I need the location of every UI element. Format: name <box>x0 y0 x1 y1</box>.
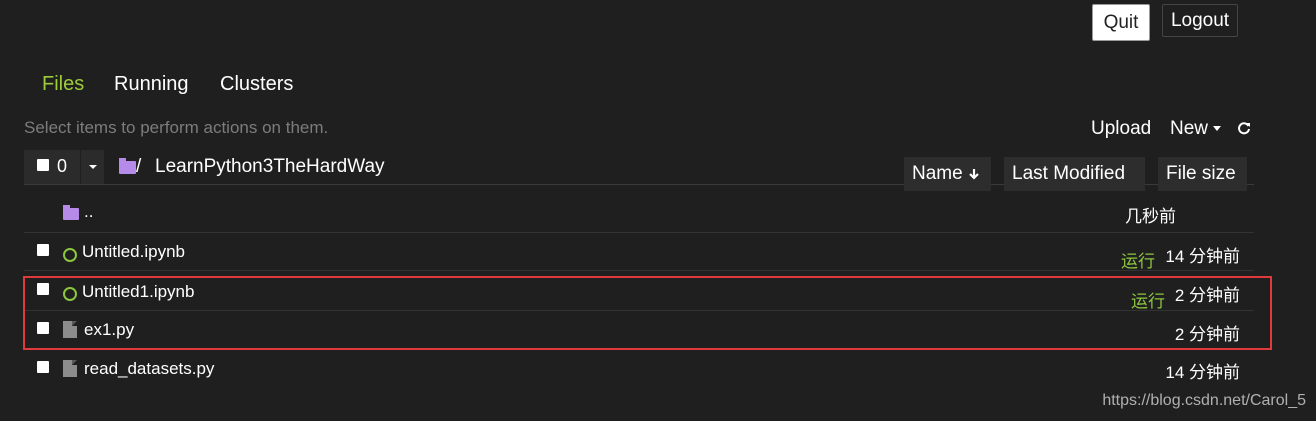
logout-button[interactable]: Logout <box>1162 4 1238 37</box>
list-item-name[interactable]: Untitled.ipynb <box>82 242 185 262</box>
folder-icon[interactable] <box>119 161 136 174</box>
list-item-modified: 几秒前 <box>1125 207 1176 226</box>
breadcrumb-root[interactable]: / <box>136 156 141 178</box>
watermark: https://blog.csdn.net/Carol_5 <box>1102 392 1306 409</box>
upload-button[interactable]: Upload <box>1091 118 1151 140</box>
sort-modified-button[interactable]: Last Modified <box>1004 157 1145 191</box>
tab-files[interactable]: Files <box>42 73 84 96</box>
file-icon <box>63 360 77 377</box>
row-divider <box>24 232 1254 233</box>
chevron-down-icon <box>89 165 97 169</box>
sort-name-button[interactable]: Name <box>904 157 991 191</box>
row-checkbox[interactable] <box>37 244 49 256</box>
notebook-running-icon <box>63 248 77 262</box>
list-item-name[interactable]: read_datasets.py <box>84 359 214 379</box>
highlight-box <box>23 276 1272 350</box>
breadcrumb-folder[interactable]: LearnPython3TheHardWay <box>155 156 385 178</box>
select-all-control[interactable]: 0 <box>24 150 80 184</box>
selection-hint: Select items to perform actions on them. <box>24 118 329 137</box>
tab-running[interactable]: Running <box>114 73 189 96</box>
tab-clusters[interactable]: Clusters <box>220 73 293 96</box>
arrow-down-icon <box>968 169 979 180</box>
list-item-name[interactable]: .. <box>84 202 93 222</box>
list-item-modified: 14 分钟前 <box>1165 363 1240 382</box>
new-button-label: New <box>1170 118 1209 139</box>
selected-count: 0 <box>57 156 68 176</box>
quit-button[interactable]: Quit <box>1092 4 1150 41</box>
row-divider <box>24 270 1254 271</box>
select-all-checkbox[interactable] <box>37 159 49 171</box>
row-checkbox[interactable] <box>37 361 49 373</box>
sort-name-label: Name <box>912 163 963 184</box>
folder-icon-tab <box>119 158 126 162</box>
list-item-modified: 14 分钟前 <box>1165 247 1240 266</box>
new-button[interactable]: New <box>1170 118 1222 140</box>
sort-size-button[interactable]: File size <box>1158 157 1247 191</box>
folder-icon <box>63 208 79 220</box>
chevron-down-icon <box>1213 126 1222 132</box>
folder-icon-tab <box>63 205 70 209</box>
refresh-icon[interactable] <box>1237 121 1251 135</box>
select-dropdown-button[interactable] <box>80 150 104 184</box>
